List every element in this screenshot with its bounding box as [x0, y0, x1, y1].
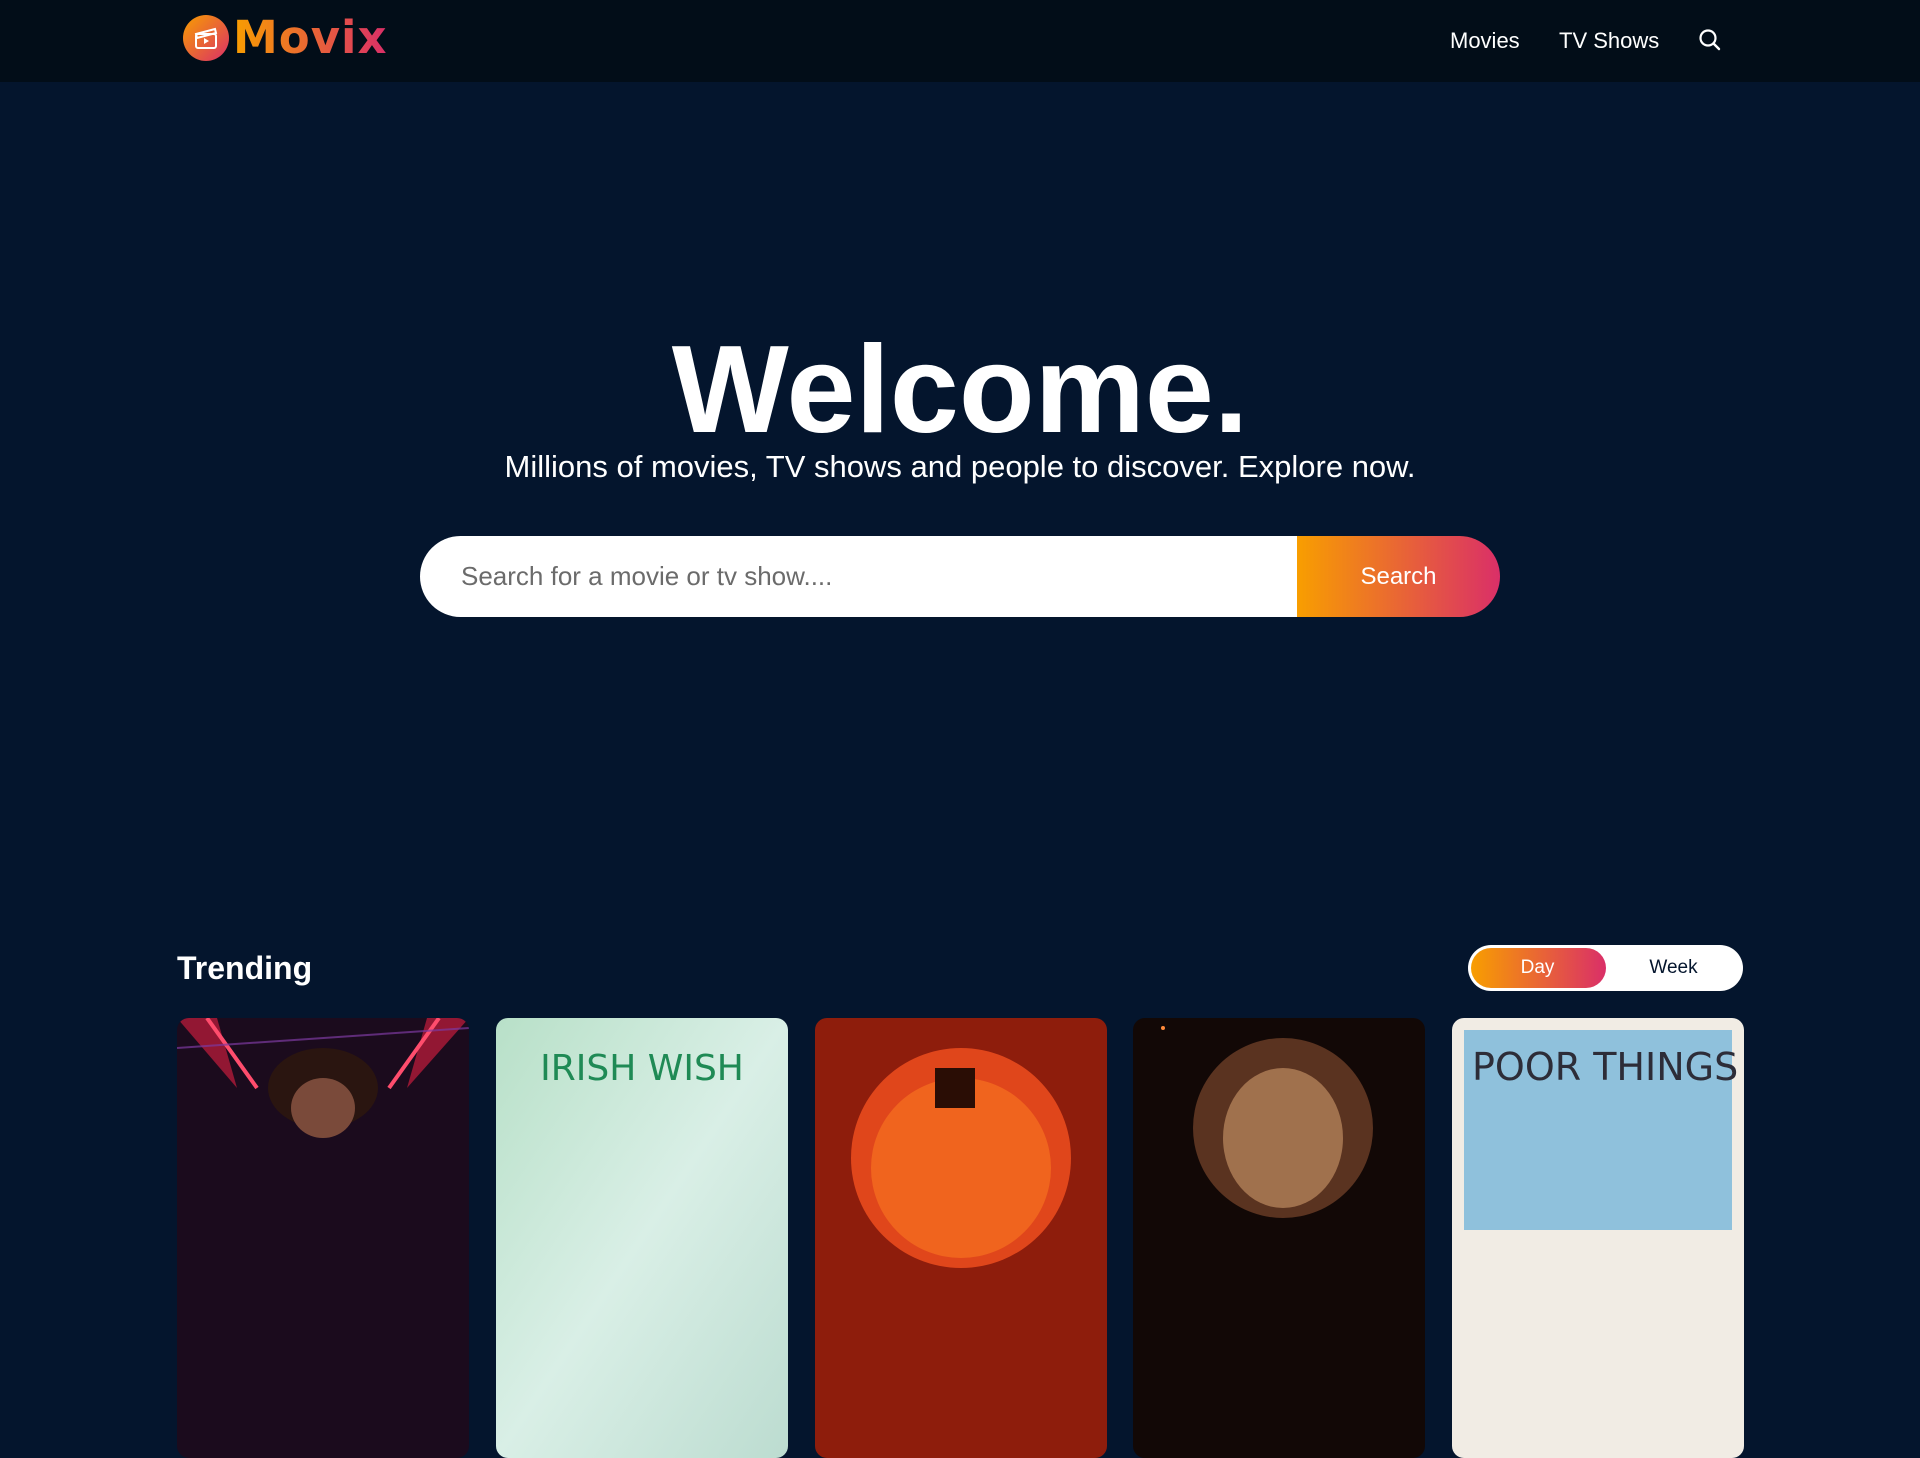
poster-image — [815, 1018, 1107, 1458]
nav-movies[interactable]: Movies — [1450, 24, 1520, 58]
hero-subtitle: Millions of movies, TV shows and people … — [504, 449, 1416, 484]
trending-card[interactable] — [177, 1018, 469, 1458]
poster-image — [177, 1018, 469, 1458]
trending-card[interactable] — [815, 1018, 1107, 1458]
search-icon[interactable] — [1697, 27, 1723, 53]
trending-card[interactable] — [1133, 1018, 1425, 1458]
nav-tv-shows[interactable]: TV Shows — [1559, 24, 1659, 58]
tab-day[interactable]: Day — [1471, 948, 1604, 988]
logo-text: Movix — [233, 11, 388, 64]
hero-search-bar: Search — [420, 536, 1500, 617]
search-input[interactable] — [420, 536, 1297, 617]
trending-period-switch: Day Week — [1468, 945, 1743, 991]
trending-card[interactable]: POOR THINGS — [1452, 1018, 1744, 1458]
poster-title: POOR THINGS — [1472, 1045, 1738, 1089]
poster-image: IRISH WISH — [496, 1018, 788, 1458]
search-button[interactable]: Search — [1297, 536, 1500, 617]
poster-image: POOR THINGS — [1452, 1018, 1744, 1458]
poster-image — [1133, 1018, 1425, 1458]
logo[interactable]: Movix — [183, 13, 387, 63]
trending-card[interactable]: IRISH WISH — [496, 1018, 788, 1458]
film-clapper-icon — [183, 15, 229, 61]
trending-title: Trending — [177, 950, 313, 986]
top-header: Movix Movies TV Shows — [0, 0, 1920, 82]
tab-week[interactable]: Week — [1607, 948, 1740, 988]
poster-title: IRISH WISH — [540, 1048, 744, 1089]
hero-title: Welcome. — [671, 321, 1249, 459]
